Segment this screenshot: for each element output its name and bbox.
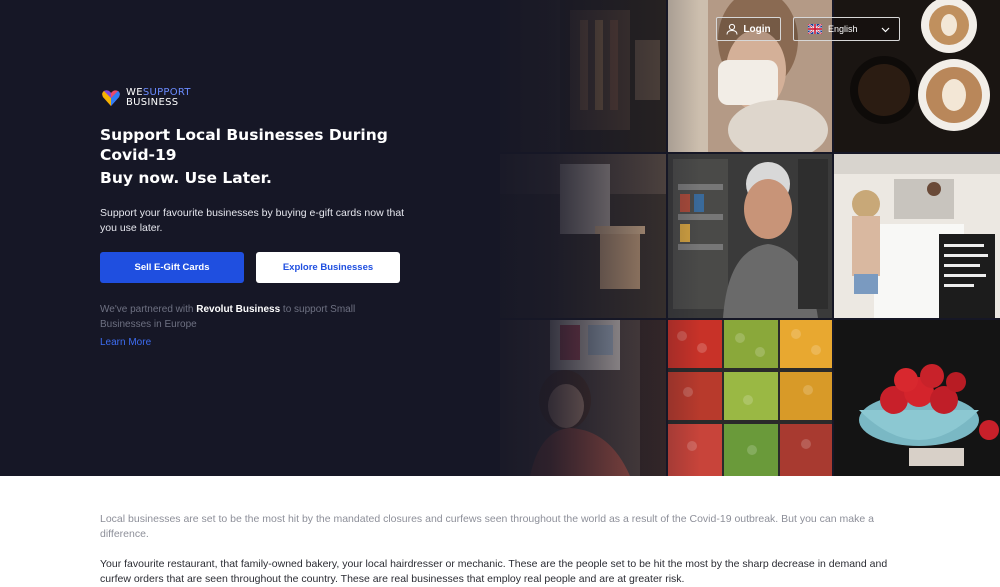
user-icon [726,23,738,35]
logo-business: BUSINESS [126,97,179,108]
explore-businesses-button[interactable]: Explore Businesses [256,252,400,283]
hero-section: WESUPPORT BUSINESS Support Local Busines… [0,0,1000,476]
language-selector[interactable]: English [793,17,900,41]
partner-prefix: We've partnered with [100,304,197,315]
heart-logo-icon [102,90,120,106]
hero-gradient-overlay [470,0,700,476]
login-button[interactable]: Login [716,17,781,41]
hero-description: Support your favourite businesses by buy… [100,207,405,234]
chevron-down-icon [881,27,890,33]
intro-paragraph-1: Local businesses are set to be the most … [100,513,874,540]
brand-logo-text: WESUPPORT BUSINESS [126,88,191,108]
learn-more-link[interactable]: Learn More [100,337,151,348]
login-label: Login [743,23,771,35]
partner-brand: Revolut Business [196,304,281,315]
sell-egift-cards-button[interactable]: Sell E-Gift Cards [100,252,244,283]
hero-subheadline: Buy now. Use Later. [100,169,272,187]
photo-cafe-counter [834,154,1000,318]
uk-flag-icon [808,24,822,34]
brand-logo[interactable]: WESUPPORT BUSINESS [101,88,191,108]
hero-headline: Support Local Businesses During Covid-19 [100,126,388,164]
language-label: English [828,24,858,34]
photo-strawberries [834,320,1000,476]
partner-note: We've partnered with Revolut Business to… [100,302,370,332]
intro-paragraph-2: Your favourite restaurant, that family-o… [100,558,888,585]
